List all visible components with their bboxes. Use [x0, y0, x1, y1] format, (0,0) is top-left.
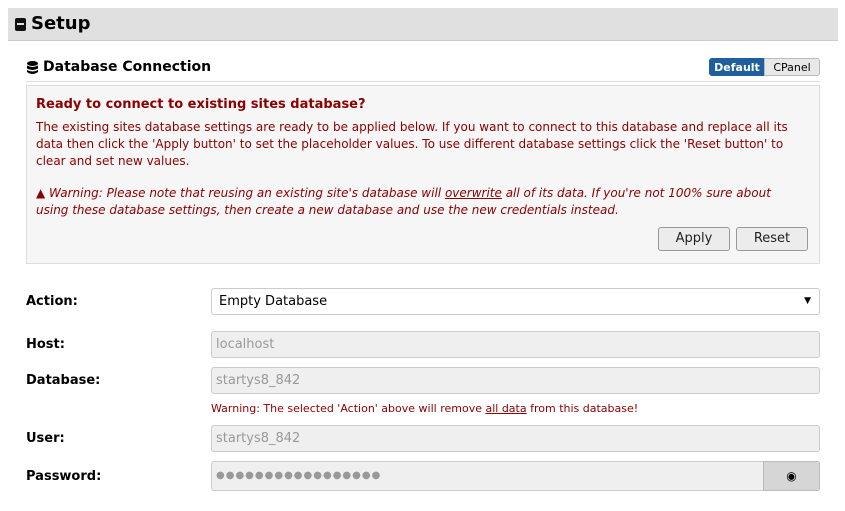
- warning-icon: ▲: [36, 186, 50, 200]
- setup-title: Setup: [31, 13, 91, 34]
- db-warning-emphasis: all data: [485, 402, 527, 415]
- database-connection-header: Database Connection Default CPanel: [26, 58, 820, 82]
- database-input[interactable]: startys8_842: [211, 367, 820, 394]
- reset-button[interactable]: Reset: [736, 227, 808, 251]
- database-icon: [27, 61, 38, 74]
- db-warning-text: Warning: The selected 'Action' above wil…: [211, 402, 486, 415]
- notice-warning: ▲ Warning: Please note that reusing an e…: [36, 185, 806, 219]
- password-label: Password:: [26, 469, 102, 484]
- user-label: User:: [26, 431, 65, 446]
- section-title: Database Connection: [43, 59, 212, 75]
- eye-icon: ◉: [786, 469, 797, 483]
- apply-button[interactable]: Apply: [658, 227, 730, 251]
- action-label: Action:: [26, 294, 78, 309]
- warning-text: Warning: Please note that reusing an exi…: [49, 186, 445, 200]
- action-select[interactable]: Empty Database ▼: [211, 288, 820, 315]
- host-label: Host:: [26, 337, 65, 352]
- host-input[interactable]: localhost: [211, 331, 820, 358]
- show-password-button[interactable]: ◉: [763, 461, 820, 491]
- notice-heading: Ready to connect to existing sites datab…: [36, 97, 366, 112]
- password-input[interactable]: ●●●●●●●●●●●●●●●●●: [211, 461, 820, 491]
- database-warning: Warning: The selected 'Action' above wil…: [211, 402, 638, 415]
- db-warning-text-end: from this database!: [526, 402, 639, 415]
- action-value: Empty Database: [219, 294, 328, 309]
- default-mode-button[interactable]: Default: [709, 58, 765, 76]
- user-input[interactable]: startys8_842: [211, 425, 820, 452]
- chevron-down-icon: ▼: [804, 296, 811, 306]
- setup-header[interactable]: Setup: [8, 8, 838, 41]
- minus-square-icon[interactable]: [15, 18, 26, 31]
- notice-body: The existing sites database settings are…: [36, 120, 788, 168]
- cpanel-mode-button[interactable]: CPanel: [764, 58, 820, 76]
- database-label: Database:: [26, 373, 101, 388]
- warning-emphasis: overwrite: [444, 186, 502, 200]
- existing-database-notice: Ready to connect to existing sites datab…: [26, 85, 820, 264]
